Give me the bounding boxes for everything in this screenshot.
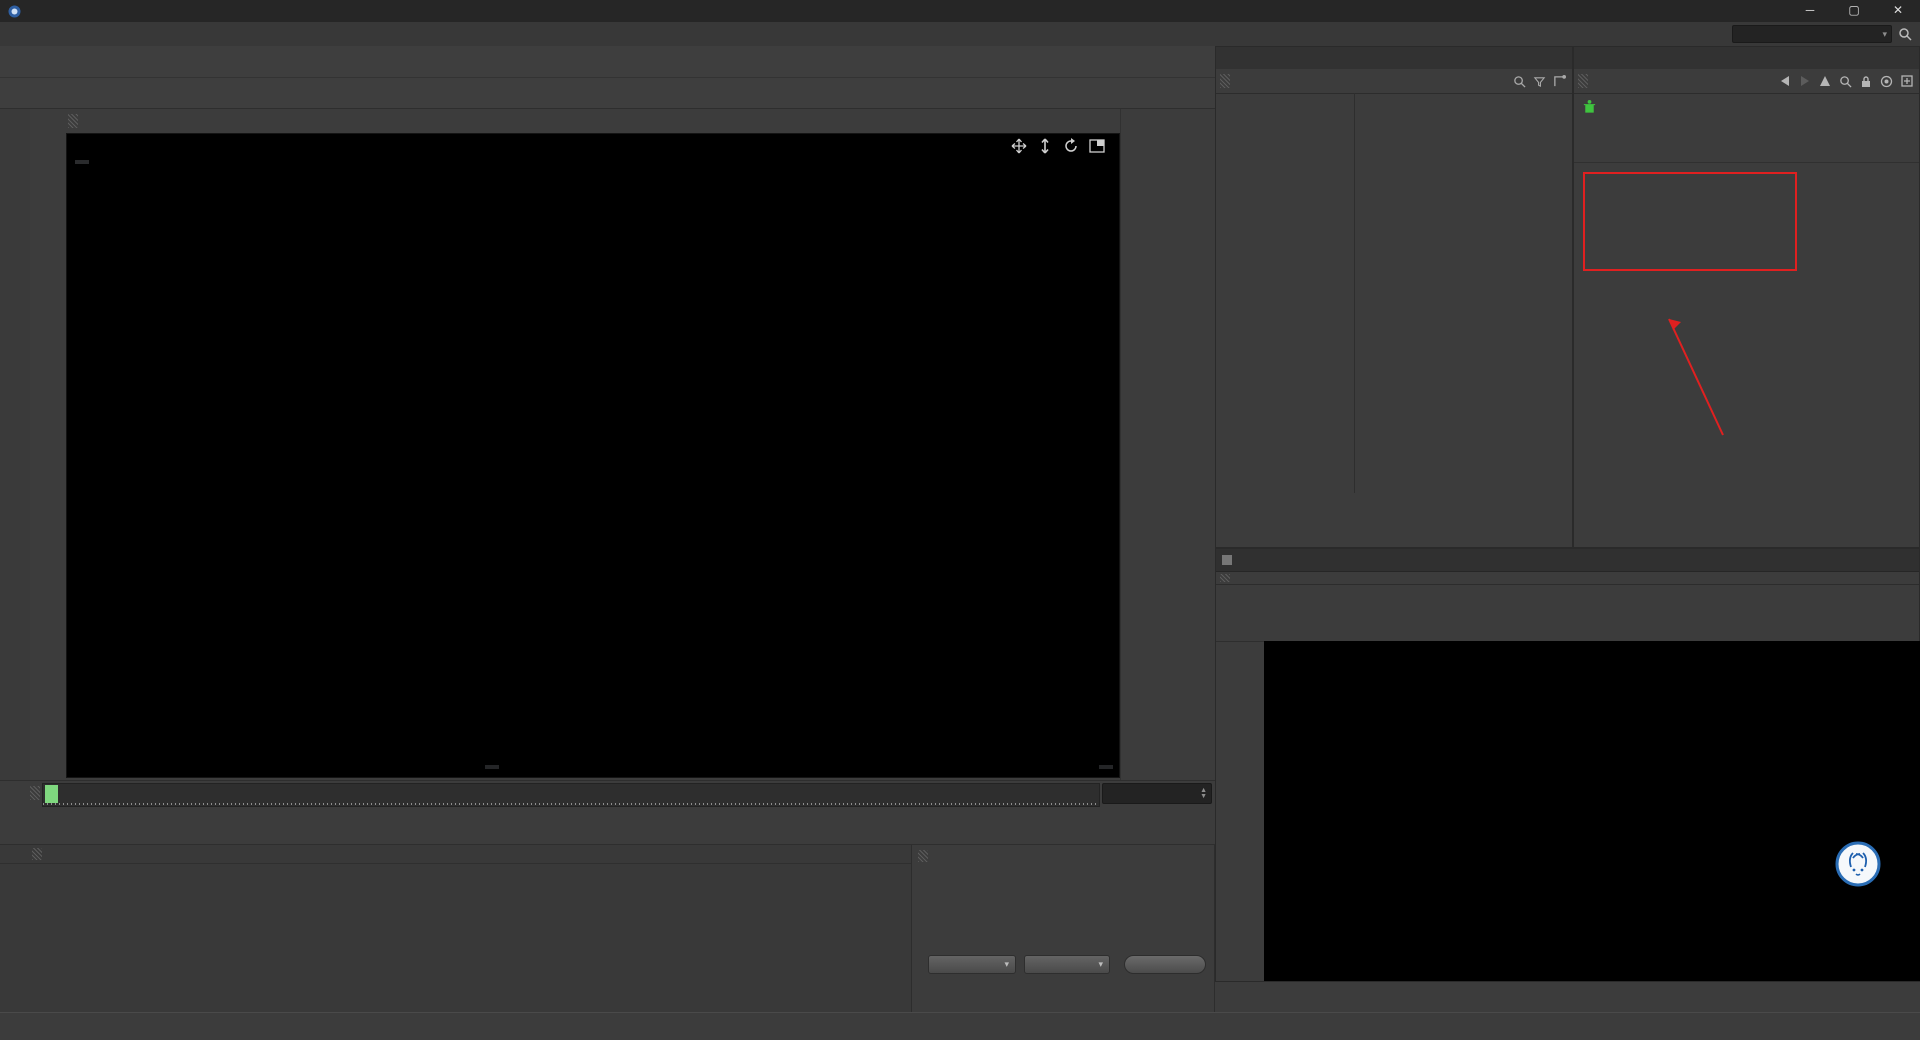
minimize-button[interactable]: ─	[1788, 0, 1832, 22]
track-icon[interactable]	[1880, 75, 1893, 88]
position-mode-select[interactable]: ▾	[928, 955, 1016, 974]
timeline-ruler[interactable]	[42, 783, 1100, 807]
om-grip[interactable]	[1220, 74, 1230, 88]
om-filter-icon[interactable]	[1533, 75, 1546, 88]
right-dock-palette	[1120, 109, 1216, 780]
timeline-panel: ▲ ▼	[0, 780, 1215, 845]
rotate-view-icon[interactable]	[1063, 138, 1079, 154]
search-icon[interactable]	[1898, 27, 1912, 41]
interface-select[interactable]: ▾	[1732, 25, 1892, 43]
grid-spacing-readout	[1099, 765, 1113, 769]
apply-button[interactable]	[1124, 955, 1206, 974]
viewport-panel	[64, 109, 1120, 780]
left-dock-palette	[0, 109, 31, 845]
viewport-grip[interactable]	[68, 114, 78, 128]
brand-vertical	[18, 902, 32, 1012]
om-path-icon[interactable]	[1553, 74, 1566, 88]
maximize-button[interactable]: ▢	[1832, 0, 1876, 22]
viewport-scene[interactable]	[66, 133, 1120, 778]
object-manager	[1215, 46, 1573, 548]
cloth-surface-icon	[1582, 99, 1597, 114]
coords-grip[interactable]	[918, 850, 928, 862]
arrow-up-icon[interactable]	[1819, 75, 1831, 87]
history-back-icon[interactable]	[1779, 75, 1791, 87]
toggle-panel-icon[interactable]	[1089, 138, 1105, 154]
history-forward-icon[interactable]	[1799, 75, 1811, 87]
am-grip[interactable]	[1578, 74, 1588, 88]
rv-grip[interactable]	[1220, 574, 1230, 582]
left-dock-modes	[30, 109, 65, 780]
brand-logo	[1835, 841, 1881, 887]
main-toolbar	[0, 46, 1215, 78]
attribute-manager	[1573, 46, 1920, 548]
framerate-readout	[485, 765, 499, 769]
om-search-icon[interactable]	[1513, 75, 1526, 88]
main-menu-bar: ▾	[0, 22, 1920, 47]
title-bar: ─ ▢ ✕	[0, 0, 1920, 23]
cinema4d-window: ─ ▢ ✕ ▾ ▲ ▼ ▾ ▾	[0, 0, 1920, 1040]
modeling-toolbar	[0, 78, 1215, 109]
status-bar	[0, 1012, 1920, 1040]
app-icon	[8, 5, 21, 18]
redshift-renderview	[1215, 548, 1920, 982]
rv-window-icon	[1222, 555, 1232, 565]
lock-icon[interactable]	[1860, 75, 1872, 88]
material-manager	[0, 845, 912, 1012]
playhead[interactable]	[45, 785, 58, 803]
pan-view-icon[interactable]	[1011, 138, 1027, 154]
ruler-end-frame-box[interactable]: ▲ ▼	[1102, 783, 1212, 804]
render-image-area[interactable]	[1264, 641, 1920, 981]
close-button[interactable]: ✕	[1876, 0, 1920, 22]
am-search-icon[interactable]	[1839, 75, 1852, 88]
viewport-menu	[64, 109, 1120, 133]
view-label[interactable]	[75, 160, 89, 164]
new-panel-icon[interactable]	[1901, 75, 1913, 87]
viewport-nav-icons	[1011, 138, 1105, 154]
mat-grip[interactable]	[32, 848, 42, 860]
zoom-view-icon[interactable]	[1037, 138, 1053, 154]
size-mode-select[interactable]: ▾	[1024, 955, 1110, 974]
coordinates-panel: ▾ ▾	[912, 845, 1215, 1012]
timeline-grip[interactable]	[30, 786, 40, 800]
